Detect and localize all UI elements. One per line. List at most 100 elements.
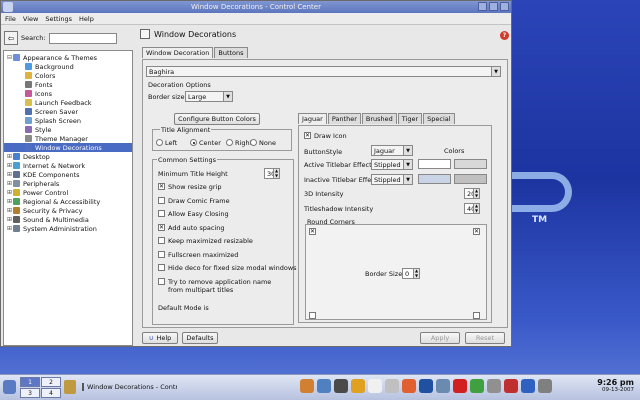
tree-item[interactable]: ⊞ Power Control (4, 188, 132, 197)
tree-item[interactable]: ⊞ Internet & Network (4, 161, 132, 170)
inactive-titlebar-select[interactable]: Stippled ▼ (371, 174, 413, 185)
tray-app-icon[interactable] (504, 379, 518, 393)
tab-panther[interactable]: Panther (327, 113, 361, 124)
border-size-select[interactable]: Large ▼ (185, 91, 233, 102)
titleshadow-intensity-spinbox[interactable]: 40 ▲ ▼ (464, 203, 480, 214)
tab-window-decoration[interactable]: Window Decoration (142, 47, 214, 58)
minimize-button[interactable] (478, 2, 487, 11)
tree-item[interactable]: ⊞ KDE Components (4, 170, 132, 179)
tree-expander-icon[interactable]: ⊞ (6, 162, 13, 169)
tree-expander-icon[interactable]: ⊞ (6, 216, 13, 223)
defaults-button[interactable]: Defaults (182, 332, 218, 344)
border-size-spinbox[interactable]: 0 ▲ ▼ (402, 268, 420, 279)
tree-item[interactable]: ⊞ Desktop (4, 152, 132, 161)
inactive-color-2-swatch[interactable] (454, 174, 487, 184)
configure-button-colors-button[interactable]: Configure Button Colors (174, 113, 260, 125)
tray-app-icon[interactable] (368, 379, 382, 393)
tray-app-icon[interactable] (436, 379, 450, 393)
tree-item[interactable]: Style (4, 125, 132, 134)
pager-desktop-1[interactable]: 1 (20, 377, 40, 387)
tree-expander-icon[interactable]: ⊟ (6, 54, 13, 61)
tray-app-icon[interactable] (521, 379, 535, 393)
menu-file[interactable]: File (5, 15, 16, 23)
active-color-1-swatch[interactable] (418, 159, 451, 169)
common-option-checkbox[interactable] (158, 277, 165, 285)
tree-item[interactable]: Theme Manager (4, 134, 132, 143)
tab-brushed[interactable]: Brushed (361, 113, 397, 124)
tree-expander-icon[interactable]: ⊞ (6, 225, 13, 232)
tree-item[interactable]: Launch Feedback (4, 98, 132, 107)
tree-item[interactable]: Window Decorations (4, 143, 132, 152)
draw-icon-checkbox[interactable]: ✕ (304, 132, 311, 139)
tree-item[interactable]: Background (4, 62, 132, 71)
align-none-radio[interactable] (250, 139, 257, 146)
spin-arrows-icon[interactable]: ▲ ▼ (473, 188, 479, 198)
pager-desktop-2[interactable]: 2 (41, 377, 61, 387)
tray-app-icon[interactable] (385, 379, 399, 393)
tree-item[interactable]: ⊞ System Administration (4, 224, 132, 233)
tree-expander-icon[interactable]: ⊞ (6, 189, 13, 196)
tab-buttons[interactable]: Buttons (214, 47, 248, 58)
common-option-checkbox[interactable] (158, 237, 165, 244)
common-option-checkbox[interactable] (158, 210, 165, 217)
tray-app-icon[interactable] (470, 379, 484, 393)
tray-app-icon[interactable] (402, 379, 416, 393)
tree-item[interactable]: Screen Saver (4, 107, 132, 116)
tree-expander-icon[interactable]: ⊞ (6, 171, 13, 178)
tray-app-icon[interactable] (300, 379, 314, 393)
tray-app-icon[interactable] (334, 379, 348, 393)
align-left-radio[interactable] (156, 139, 163, 146)
menu-view[interactable]: View (23, 15, 38, 23)
tab-tiger[interactable]: Tiger (397, 113, 423, 124)
kmenu-icon[interactable] (3, 380, 16, 394)
maximize-button[interactable] (489, 2, 498, 11)
tree-expander-icon[interactable]: ⊞ (6, 198, 13, 205)
3d-intensity-spinbox[interactable]: 20 ▲ ▼ (464, 188, 480, 199)
tab-special[interactable]: Special (423, 113, 455, 124)
active-color-2-swatch[interactable] (454, 159, 487, 169)
help-icon[interactable]: ? (500, 31, 509, 40)
spin-arrows-icon[interactable]: ▲ ▼ (473, 203, 479, 213)
align-right-radio[interactable] (226, 139, 233, 146)
reset-button[interactable]: Reset (465, 332, 505, 344)
tray-app-icon[interactable] (317, 379, 331, 393)
apply-button[interactable]: Apply (420, 332, 460, 344)
window-titlebar[interactable]: Window Decorations - Control Center (1, 1, 511, 13)
tree-item[interactable]: Icons (4, 89, 132, 98)
tree-item[interactable]: ⊞ Regional & Accessibility (4, 197, 132, 206)
tray-app-icon[interactable] (419, 379, 433, 393)
tree-item[interactable]: ⊞ Sound & Multimedia (4, 215, 132, 224)
search-input[interactable] (48, 32, 117, 44)
tree-item[interactable]: ⊟ Appearance & Themes (4, 53, 132, 62)
corner-bottom-right-checkbox[interactable] (473, 312, 480, 319)
common-option-checkbox[interactable]: ✕ (158, 223, 165, 231)
common-option-checkbox[interactable]: ✕ (158, 183, 165, 190)
back-icon[interactable]: ⇦ (4, 31, 18, 45)
pager-desktop-3[interactable]: 3 (20, 388, 40, 398)
spin-arrows-icon[interactable]: ▲ ▼ (273, 168, 279, 178)
tree-item[interactable]: Fonts (4, 80, 132, 89)
decoration-select[interactable]: Baghira ▼ (146, 66, 501, 77)
common-option-checkbox[interactable] (158, 196, 165, 204)
tray-app-icon[interactable] (453, 379, 467, 393)
corner-top-right-checkbox[interactable]: ✕ (473, 228, 480, 235)
menu-help[interactable]: Help (79, 15, 94, 23)
corner-top-left-checkbox[interactable]: ✕ (309, 228, 316, 235)
help-button[interactable]: ∪ Help (142, 332, 178, 344)
pager-desktop-4[interactable]: 4 (41, 388, 61, 398)
window-menu-icon[interactable] (3, 2, 13, 12)
clock[interactable]: 9:26 pm 09-13-2007 (597, 378, 634, 393)
menu-settings[interactable]: Settings (45, 15, 72, 23)
tray-app-icon[interactable] (538, 379, 552, 393)
corner-bottom-left-checkbox[interactable] (309, 312, 316, 319)
tab-jaguar[interactable]: Jaguar (298, 113, 327, 124)
tree-expander-icon[interactable]: ⊞ (6, 153, 13, 160)
align-center-radio[interactable] (190, 139, 197, 146)
common-option-checkbox[interactable] (158, 250, 165, 258)
tree-item[interactable]: Colors (4, 71, 132, 80)
tree-expander-icon[interactable]: ⊞ (6, 207, 13, 214)
tree-expander-icon[interactable]: ⊞ (6, 180, 13, 187)
close-button[interactable] (500, 2, 509, 11)
active-titlebar-select[interactable]: Stippled ▼ (371, 159, 413, 170)
tray-app-icon[interactable] (351, 379, 365, 393)
